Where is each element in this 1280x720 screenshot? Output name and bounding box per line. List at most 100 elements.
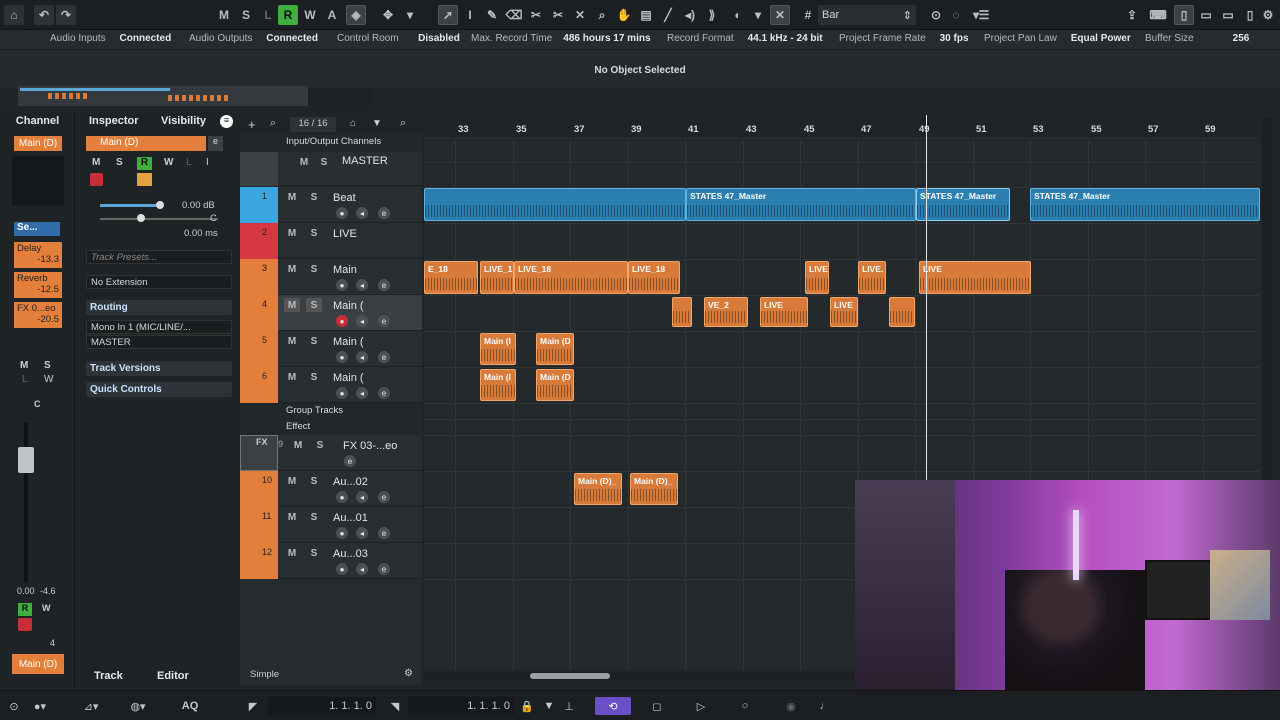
add-track-icon[interactable]: + xyxy=(248,117,256,132)
track-edit-icon[interactable]: e xyxy=(378,491,390,503)
track-record-icon[interactable]: ● xyxy=(336,279,348,291)
track-edit-icon[interactable]: e xyxy=(378,207,390,219)
track-visibility-icon[interactable]: ⌕ xyxy=(270,117,276,130)
channel-listen-button[interactable]: L xyxy=(22,374,28,385)
group-tracks-folder[interactable]: Group Tracks xyxy=(240,403,422,419)
io-channels-folder[interactable]: Input/Output Channels xyxy=(240,136,422,152)
track-presets-dropdown[interactable]: Track Presets... xyxy=(86,250,232,264)
track-aux-10[interactable]: 10 MS Au...02 ● ◂ e xyxy=(240,471,422,507)
stop-button[interactable]: ◻ xyxy=(646,697,668,715)
track-monitor-icon[interactable]: ◂ xyxy=(356,387,368,399)
track-versions-header[interactable]: Track Versions xyxy=(86,361,232,376)
right-locator-icon[interactable]: ◥ xyxy=(388,697,402,715)
track-mute-button[interactable]: M xyxy=(284,474,300,488)
effect-folder[interactable]: Effect xyxy=(240,419,422,435)
left-locator-position[interactable]: 1. 1. 1. 0 xyxy=(268,697,376,715)
track-beat[interactable]: 1 MS Beat ● ◂ e xyxy=(240,187,422,223)
channel-section-button[interactable]: Se... xyxy=(14,222,60,236)
track-record-icon[interactable]: ● xyxy=(336,351,348,363)
inspector-monitor-icon[interactable] xyxy=(137,173,152,186)
erase-tool-icon[interactable]: ⌫ xyxy=(504,5,524,25)
track-aux-12[interactable]: 12 MS Au...03 ● ◂ e xyxy=(240,543,422,579)
timeline-ruler[interactable]: 33 35 37 39 41 43 45 47 49 51 53 55 57 5… xyxy=(424,115,1260,139)
track-fx[interactable]: FX 9 MS FX 03-...eo e xyxy=(240,435,422,471)
track-monitor-icon[interactable]: ◂ xyxy=(356,315,368,327)
export-icon[interactable]: ⇪ xyxy=(1122,5,1142,25)
write-automation-button[interactable]: W xyxy=(300,5,320,25)
record-mode-icon[interactable]: ●▾ xyxy=(30,697,50,715)
dropdown-icon[interactable]: ▾ xyxy=(400,5,420,25)
track-record-icon[interactable]: ● xyxy=(336,527,348,539)
track-edit-icon[interactable]: e xyxy=(378,351,390,363)
search-zoom-icon[interactable]: ⊙ xyxy=(926,5,946,25)
status-icon[interactable]: ⊙ xyxy=(6,697,22,715)
glue-tool-icon[interactable]: ✂ xyxy=(548,5,568,25)
inspector-mute-button[interactable]: M xyxy=(92,157,100,168)
event-main-5[interactable]: Main (I xyxy=(480,333,516,365)
send-reverb[interactable]: Reverb -12.5 xyxy=(14,272,62,298)
nudge-dropdown-icon[interactable]: ▾ xyxy=(748,5,768,25)
track-edit-icon[interactable]: e xyxy=(378,387,390,399)
audio-outputs-status[interactable]: Audio Outputs Connected xyxy=(189,33,318,44)
input-routing-dropdown[interactable]: Mono In 1 (MIC/LINE/... xyxy=(86,320,232,334)
track-record-icon[interactable]: ● xyxy=(336,315,348,327)
punch-in-icon[interactable]: ▼ xyxy=(542,697,556,715)
event-main[interactable]: LIVE. xyxy=(858,261,886,294)
audio-inputs-status[interactable]: Audio Inputs Connected xyxy=(50,33,171,44)
punch-out-icon[interactable]: ⊥ xyxy=(562,697,576,715)
read-automation-button[interactable]: R xyxy=(278,5,298,25)
event-main[interactable]: LIVE xyxy=(919,261,1031,294)
right-zone-icon[interactable]: ▭ xyxy=(1218,5,1238,25)
draw-tool-icon[interactable]: ✎ xyxy=(482,5,502,25)
quantize-select[interactable]: Bar ⇕ xyxy=(818,5,916,25)
track-solo-button[interactable]: S xyxy=(306,474,322,488)
track-main-6[interactable]: 6 MS Main ( ● ◂ e xyxy=(240,367,422,403)
track-mute-button[interactable]: M xyxy=(284,262,300,276)
track-edit-icon[interactable]: e xyxy=(378,315,390,327)
track-live[interactable]: 2 MS LIVE xyxy=(240,223,422,259)
event-main[interactable]: LIVE_18 xyxy=(628,261,680,294)
track-record-icon[interactable]: ● xyxy=(336,491,348,503)
record-format-status[interactable]: Record Format 44.1 kHz - 24 bit xyxy=(667,33,823,44)
channel-edit-button[interactable]: W xyxy=(44,374,53,385)
play-tool-icon[interactable]: ◂) xyxy=(680,5,700,25)
inspector-solo-button[interactable]: S xyxy=(116,157,123,168)
track-list-footer[interactable]: Simple xyxy=(250,669,279,680)
track-monitor-icon[interactable]: ◂ xyxy=(356,351,368,363)
autoscroll-icon[interactable]: ◈ xyxy=(346,5,366,25)
extension-dropdown[interactable]: No Extension xyxy=(86,275,232,289)
channel-read-button[interactable]: R xyxy=(18,603,32,616)
left-locator-icon[interactable]: ◤ xyxy=(246,697,260,715)
event-beat[interactable] xyxy=(424,188,686,221)
inspector-lock-button[interactable]: L xyxy=(186,157,192,168)
mute-tool-icon[interactable]: ✕ xyxy=(570,5,590,25)
visibility-tab[interactable]: Visibility xyxy=(161,115,206,133)
window-layout-icon[interactable]: ▯ xyxy=(1240,5,1260,25)
event-main[interactable]: LIVE_18 xyxy=(514,261,628,294)
track-monitor-icon[interactable]: ◂ xyxy=(356,527,368,539)
punch-icon[interactable]: ◉ xyxy=(780,697,802,715)
lock-icon[interactable]: 🔒 xyxy=(520,697,534,715)
master-solo-button[interactable]: S xyxy=(316,155,332,169)
channel-tab[interactable]: Channel xyxy=(0,115,75,133)
right-locator-position[interactable]: 1. 1. 1. 0 xyxy=(408,697,514,715)
track-solo-button[interactable]: S xyxy=(306,510,322,524)
play-button[interactable]: ▷ xyxy=(690,697,712,715)
track-edit-icon[interactable]: e xyxy=(378,563,390,575)
editor-tab[interactable]: Editor xyxy=(157,670,189,682)
inspector-tab[interactable]: Inspector xyxy=(89,115,139,133)
event-beat[interactable]: STATES 47_Master xyxy=(1030,188,1260,221)
control-room-status[interactable]: Control Room Disabled xyxy=(337,33,460,44)
channel-volume-value[interactable]: 0.00 xyxy=(17,586,35,596)
track-mute-button[interactable]: M xyxy=(284,226,300,240)
line-tool-icon[interactable]: ╱ xyxy=(658,5,678,25)
record-button[interactable]: ○ xyxy=(734,697,756,715)
pan-law-status[interactable]: Project Pan Law Equal Power xyxy=(984,33,1131,44)
track-filter-funnel-icon[interactable]: ▼ xyxy=(372,118,382,129)
track-solo-button[interactable]: S xyxy=(306,298,322,312)
quick-controls-header[interactable]: Quick Controls xyxy=(86,382,232,397)
delay-value[interactable]: 0.00 ms xyxy=(184,228,218,239)
event-aux-10[interactable]: Main (D)_ xyxy=(574,473,622,505)
event-main-4[interactable] xyxy=(889,297,915,327)
event-main[interactable]: LIVE xyxy=(805,261,829,294)
